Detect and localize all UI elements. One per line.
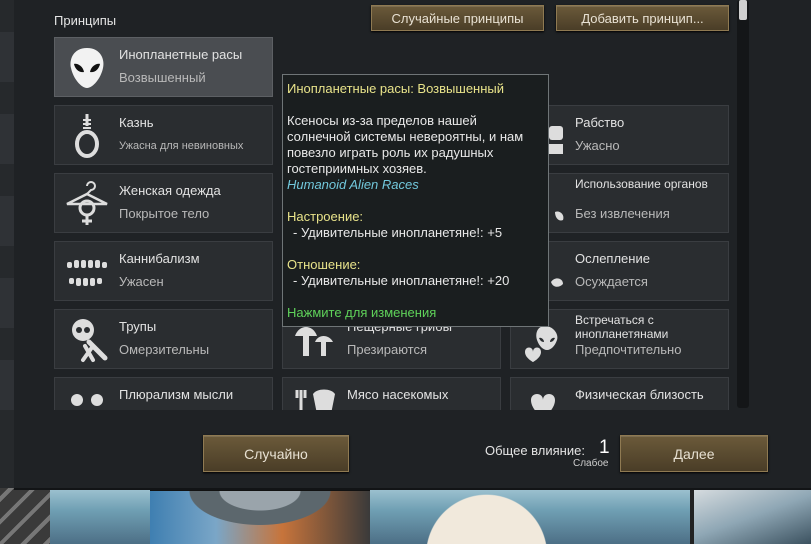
principle-value: Возвышенный <box>119 70 206 85</box>
principle-title: Трупы <box>119 319 157 334</box>
principle-value: Ужасен <box>119 274 164 289</box>
random-button[interactable]: Случайно <box>203 435 349 472</box>
principle-card-thought-pluralism[interactable]: Плюрализм мысли <box>54 377 273 410</box>
principle-value: Презираются <box>347 342 428 357</box>
principle-tooltip: Инопланетные расы: Возвышенный Ксеносы и… <box>282 74 549 327</box>
principle-title: Использование органов <box>575 177 708 191</box>
pluralism-icon <box>71 394 103 406</box>
total-influence-level: Слабое <box>573 458 609 469</box>
principle-value: Ужасно <box>575 138 620 153</box>
principle-card-corpses[interactable]: Трупы Омерзительны <box>54 309 273 369</box>
insect-meat-icon <box>295 389 335 410</box>
tooltip-click-hint: Нажмите для изменения <box>287 305 437 320</box>
female-clothing-icon <box>66 181 108 225</box>
principle-title: Каннибализм <box>119 251 200 266</box>
principle-card-cannibalism[interactable]: Каннибализм Ужасен <box>54 241 273 301</box>
next-button[interactable]: Далее <box>620 435 768 472</box>
total-influence-value: 1 <box>599 437 610 458</box>
principle-title: Женская одежда <box>119 183 221 198</box>
principle-value: Осуждается <box>575 274 648 289</box>
principle-title: Инопланетные расы <box>119 47 243 62</box>
total-influence-label: Общее влияние: <box>485 443 585 458</box>
principle-title: Встречаться с инопланетянами <box>575 313 669 341</box>
background-artwork <box>0 488 811 544</box>
principle-title: Ослепление <box>575 251 650 266</box>
alien-head-icon <box>70 48 104 88</box>
principle-title: Физическая близость <box>575 387 704 402</box>
tooltip-title: Инопланетные расы: Возвышенный <box>287 81 505 96</box>
tooltip-mood-line: - Удивительные инопланетяне!: +5 <box>293 225 503 240</box>
principle-title: Рабство <box>575 115 625 130</box>
tooltip-opinion-label: Отношение: <box>287 257 361 272</box>
skull-bones-icon <box>72 319 108 362</box>
principle-value: Омерзительны <box>119 342 210 357</box>
principle-value: Ужасна для невиновных <box>119 140 244 152</box>
principle-title: Казнь <box>119 115 154 130</box>
principle-card-female-clothing[interactable]: Женская одежда Покрытое тело <box>54 173 273 233</box>
tooltip-description: Ксеносы из-за пределов нашей солнечной с… <box>287 113 524 176</box>
tooltip-mod-tag: Humanoid Alien Races <box>287 177 419 192</box>
principle-card-execution[interactable]: Казнь Ужасна для невиновных <box>54 105 273 165</box>
teeth-icon <box>67 260 107 286</box>
principle-value: Предпочтительно <box>575 342 682 357</box>
noose-icon <box>75 114 99 158</box>
heart-icon <box>531 394 555 410</box>
principles-scrollbar[interactable] <box>737 0 749 408</box>
tooltip-opinion-line: - Удивительные инопланетяне!: +20 <box>293 273 510 288</box>
principle-title: Плюрализм мысли <box>119 387 234 402</box>
principle-card-alien-races[interactable]: Инопланетные расы Возвышенный <box>54 37 273 97</box>
principle-card-insect-meat[interactable]: Мясо насекомых <box>282 377 501 410</box>
principle-value: Без извлечения <box>575 206 670 221</box>
principle-title: Мясо насекомых <box>347 387 449 402</box>
principle-card-physical-intimacy[interactable]: Физическая близость <box>510 377 729 410</box>
tooltip-mood-label: Настроение: <box>287 209 364 224</box>
principle-value: Покрытое тело <box>119 206 210 221</box>
scrollbar-thumb[interactable] <box>739 0 747 20</box>
